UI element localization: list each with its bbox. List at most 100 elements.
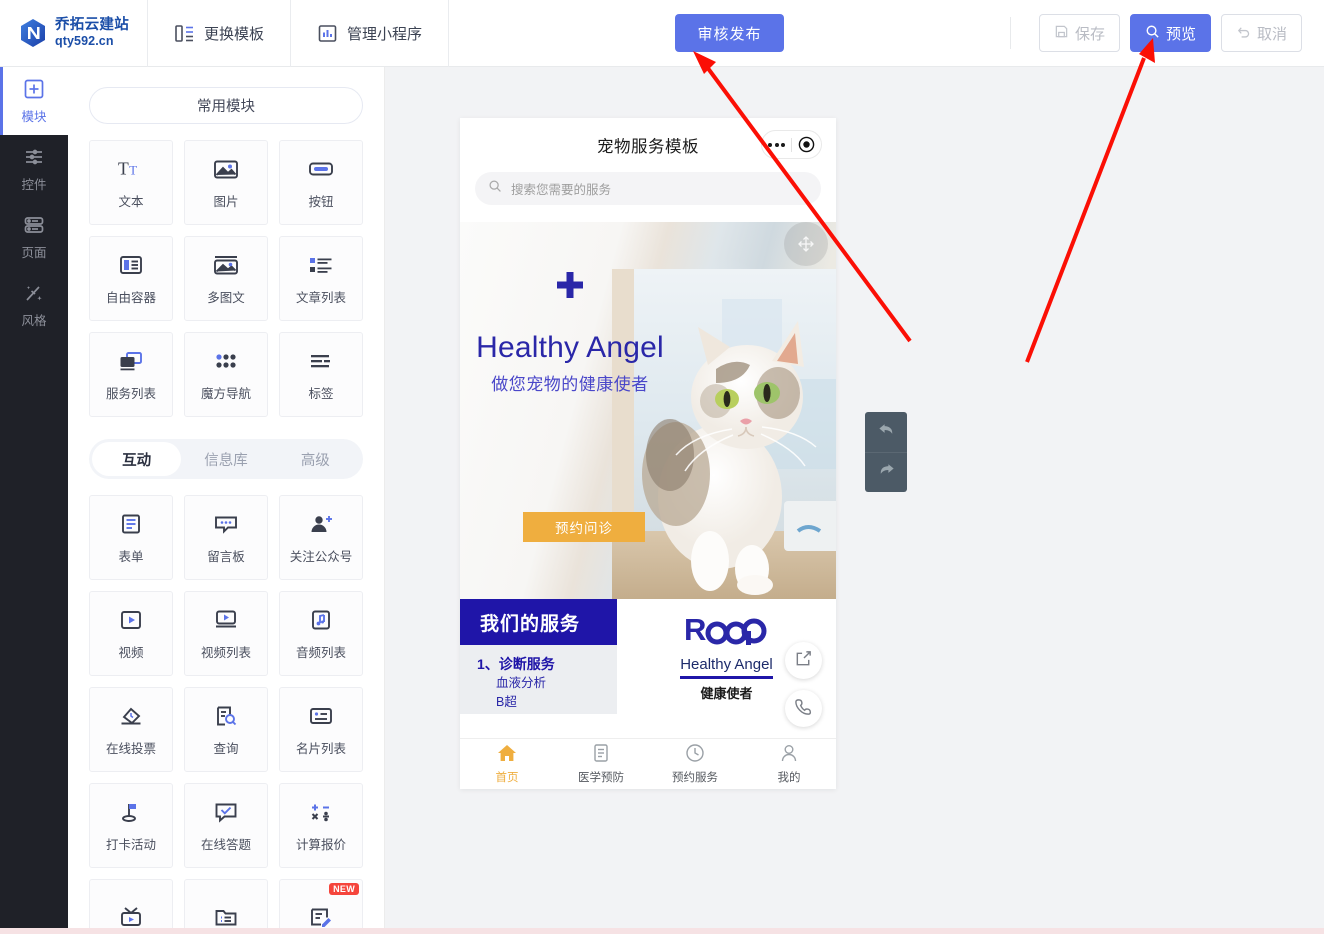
hero-cta-button[interactable]: 预约问诊: [523, 512, 645, 542]
common-modules-grid: T T 文本 图片 按钮 自由容器 多图文 文章列表 服务列表 魔方导航 标签: [89, 140, 363, 417]
common-modules-title[interactable]: 常用模块: [89, 87, 363, 124]
module-article-list[interactable]: 文章列表: [279, 236, 363, 321]
audio-list-icon: [309, 607, 333, 633]
clock-icon: [685, 743, 705, 766]
module-online-quiz[interactable]: 在线答题: [184, 783, 268, 868]
module-query[interactable]: 查询: [184, 687, 268, 772]
module-image-label: 图片: [213, 194, 239, 209]
module-tv[interactable]: [89, 879, 173, 934]
module-text-label: 文本: [118, 194, 144, 209]
module-free-container[interactable]: 自由容器: [89, 236, 173, 321]
tag-lines-icon: [308, 348, 334, 374]
module-video-list-label: 视频列表: [200, 645, 251, 660]
brand-logo[interactable]: 乔拓云建站 qty592.cn: [0, 0, 147, 67]
module-video-list[interactable]: 视频列表: [184, 591, 268, 676]
tab-appointment[interactable]: 预约服务: [648, 739, 742, 789]
module-business-card[interactable]: 名片列表: [279, 687, 363, 772]
hero-banner[interactable]: Healthy Angel 做您宠物的健康使者 预约问诊: [460, 222, 836, 599]
publish-area: 审核发布: [449, 14, 1010, 52]
module-audio-list[interactable]: 音频列表: [279, 591, 363, 676]
nav-change-template[interactable]: 更换模板: [147, 0, 290, 67]
tab-mine[interactable]: 我的: [742, 739, 836, 789]
module-follow-account[interactable]: 关注公众号: [279, 495, 363, 580]
module-calculator-quote[interactable]: 计算报价: [279, 783, 363, 868]
module-tag-label: 标签: [308, 386, 334, 401]
module-service-list[interactable]: 服务列表: [89, 332, 173, 417]
search-input[interactable]: 搜索您需要的服务: [475, 172, 821, 205]
redo-arrow-icon: [877, 460, 896, 484]
call-fab[interactable]: [785, 690, 822, 727]
tab-home[interactable]: 首页: [460, 739, 554, 789]
module-message-board[interactable]: 留言板: [184, 495, 268, 580]
sidebar-item-pages[interactable]: 页面: [0, 203, 68, 271]
move-handle[interactable]: [784, 222, 828, 266]
module-video-label: 视频: [118, 645, 144, 660]
article-list-icon: [308, 252, 334, 278]
module-folder-list[interactable]: [184, 879, 268, 934]
tab-interactive[interactable]: 互动: [92, 442, 182, 476]
module-image[interactable]: 图片: [184, 140, 268, 225]
folder-list-icon: [213, 904, 239, 930]
cancel-button[interactable]: 取消: [1220, 14, 1302, 52]
module-form[interactable]: 表单: [89, 495, 173, 580]
module-text[interactable]: T T 文本: [89, 140, 173, 225]
sliders-icon: [23, 145, 45, 169]
query-search-icon: [214, 703, 238, 729]
save-disk-icon: [1054, 24, 1069, 43]
more-dots-icon[interactable]: [762, 142, 791, 147]
magic-wand-icon: [23, 281, 45, 305]
search-icon: [488, 179, 502, 198]
service-item-title: 1、诊断服务: [477, 656, 555, 672]
search-placeholder: 搜索您需要的服务: [511, 183, 612, 197]
services-list-left: 我们的服务 1、诊断服务 血液分析 B超: [460, 599, 617, 714]
module-audio-list-label: 音频列表: [295, 645, 346, 660]
tab-prevention[interactable]: 医学预防: [554, 739, 648, 789]
module-online-vote-label: 在线投票: [105, 741, 156, 756]
miniprogram-capsule[interactable]: [761, 130, 822, 159]
module-video[interactable]: 视频: [89, 591, 173, 676]
sidebar-item-modules[interactable]: 模块: [0, 67, 68, 135]
module-multi-image-text[interactable]: 多图文: [184, 236, 268, 321]
follow-account-icon: [308, 511, 334, 537]
module-button[interactable]: 按钮: [279, 140, 363, 225]
service-list-icon: [118, 348, 144, 374]
bottom-strip: [0, 928, 1324, 934]
form-edit-icon: [308, 904, 334, 930]
calculator-quote-icon: [308, 799, 334, 825]
save-button[interactable]: 保存: [1038, 14, 1120, 52]
module-form-label: 表单: [118, 549, 144, 564]
module-online-vote[interactable]: 在线投票: [89, 687, 173, 772]
brand-name-text: Healthy Angel: [680, 656, 773, 679]
brand-logo-roop: R: [684, 611, 770, 652]
sidebar-item-style[interactable]: 风格: [0, 271, 68, 339]
pages-stack-icon: [23, 213, 45, 237]
top-toolbar: 乔拓云建站 qty592.cn 更换模板 管理小程序 审核发布 保存 预览 取消: [0, 0, 1324, 67]
module-form-edit[interactable]: NEW: [279, 879, 363, 934]
tab-advanced[interactable]: 高级: [271, 442, 360, 476]
share-fab[interactable]: [785, 642, 822, 679]
interactive-modules-grid: 表单 留言板 关注公众号 视频 视频列表 音频列表 在线投票 查询 名片列表 打…: [89, 495, 363, 934]
video-play-icon: [119, 607, 143, 633]
sidebar-item-widgets[interactable]: 控件: [0, 135, 68, 203]
preview-tabbar: 首页 医学预防 预约服务 我的: [460, 738, 836, 789]
module-multi-image-text-label: 多图文: [207, 290, 245, 305]
chart-bar-icon: [317, 23, 338, 44]
preview-button[interactable]: 预览: [1129, 14, 1211, 52]
brand-name: 乔拓云建站: [55, 17, 129, 34]
module-calculator-quote-label: 计算报价: [295, 837, 346, 852]
publish-button[interactable]: 审核发布: [675, 14, 784, 52]
svg-text:T: T: [118, 158, 129, 178]
target-circle-icon[interactable]: [792, 136, 821, 153]
hero-heading: Healthy Angel: [476, 331, 664, 364]
text-tt-icon: T T: [118, 156, 144, 182]
redo-button[interactable]: [865, 451, 907, 493]
tab-appointment-label: 预约服务: [672, 772, 718, 784]
tab-infobase[interactable]: 信息库: [181, 442, 270, 476]
nav-manage-miniprogram[interactable]: 管理小程序: [290, 0, 448, 67]
module-business-card-label: 名片列表: [295, 741, 346, 756]
module-tag[interactable]: 标签: [279, 332, 363, 417]
module-grid-nav[interactable]: 魔方导航: [184, 332, 268, 417]
services-section[interactable]: 我们的服务 1、诊断服务 血液分析 B超 R Healthy Angel 健康使…: [460, 599, 836, 714]
undo-button[interactable]: [865, 412, 907, 452]
module-checkin[interactable]: 打卡活动: [89, 783, 173, 868]
